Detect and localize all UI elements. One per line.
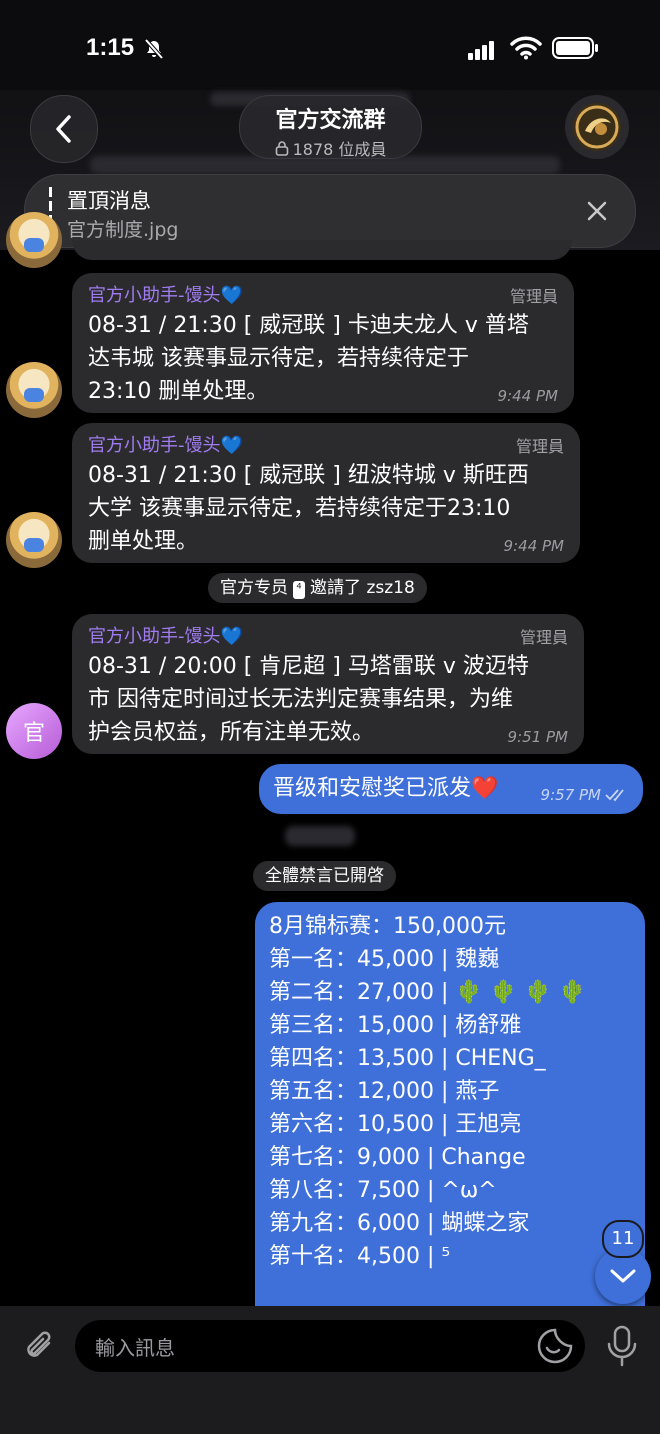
tournament-line: 第七名：9,000 | Change	[269, 1145, 526, 1170]
chevron-down-icon	[610, 1269, 636, 1283]
message-text: 08-31 / 21:30 [ 威冠联 ] 纽波特城 v 斯旺西 大学 该赛事显示…	[88, 463, 529, 554]
message-input[interactable]: 輸入訊息	[75, 1320, 585, 1372]
chat-messages[interactable]: 官方小助手-馒头💙 管理員 08-31 / 21:30 [ 威冠联 ] 卡迪夫龙…	[0, 212, 660, 1322]
badge-icon: ⁴	[293, 581, 305, 599]
avatar[interactable]	[6, 362, 62, 418]
message-bubble[interactable]: 官方小助手-馒头💙 管理員 08-31 / 20:00 [ 肯尼超 ] 马塔雷联…	[72, 614, 584, 754]
admin-role: 管理員	[515, 437, 564, 456]
message-time: 9:51 PM	[507, 728, 568, 746]
tournament-line: 第三名：15,000 | 杨舒雅	[269, 1013, 522, 1038]
heart-emoji: ❤️	[471, 776, 499, 801]
message-text: 08-31 / 20:00 [ 肯尼超 ] 马塔雷联 v 波迈特市 因待定时间过…	[88, 654, 529, 745]
group-name: 官方交流群	[275, 108, 386, 133]
status-bar: 1:15	[0, 0, 660, 90]
outgoing-message-bubble[interactable]: 8月锦标赛：150,000元 第一名：45,000 | 魏巍 第二名：27,00…	[255, 902, 645, 1322]
microphone-icon[interactable]	[605, 1324, 639, 1368]
admin-role: 管理員	[509, 287, 558, 306]
outgoing-message-bubble[interactable]: 晋级和安慰奖已派发❤️ 9:57 PM	[259, 764, 643, 814]
sender-name: 官方小助手-馒头💙	[88, 285, 243, 306]
service-message-invite: 官方专员 ⁴ 邀請了 zsz18	[208, 573, 427, 603]
tournament-line: 8月锦标赛：150,000元	[269, 914, 506, 939]
sender-name: 官方小助手-馒头💙	[88, 626, 243, 647]
message-time: 9:44 PM	[503, 537, 564, 555]
tournament-line: 第六名：10,500 | 王旭亮	[269, 1112, 522, 1137]
blurred-text	[285, 826, 355, 846]
tournament-line: 第八名：7,500 | ^ω^	[269, 1178, 497, 1203]
pinned-subtitle: 官方制度.jpg	[67, 219, 179, 241]
admin-role: 管理員	[519, 628, 568, 647]
message-bubble-partial	[72, 240, 572, 260]
avatar[interactable]	[6, 512, 62, 568]
heart-emoji: 💙	[220, 285, 243, 306]
close-icon[interactable]	[585, 199, 609, 223]
battery-icon	[552, 37, 598, 59]
pinned-title: 置頂消息	[67, 189, 151, 213]
lock-icon	[275, 141, 288, 156]
paperclip-icon[interactable]	[20, 1326, 60, 1366]
heart-emoji: 💙	[220, 626, 243, 647]
wifi-icon	[510, 36, 542, 60]
avatar[interactable]	[6, 212, 62, 268]
tournament-line: 第二名：27,000 | 🌵 🌵 🌵 🌵	[269, 980, 586, 1005]
avatar-initial: 官	[22, 721, 45, 746]
tournament-line: 第一名：45,000 | 魏巍	[269, 947, 500, 972]
service-message-mute: 全體禁言已開啓	[253, 861, 396, 891]
sticker-icon[interactable]	[535, 1326, 575, 1366]
message-text: 08-31 / 21:30 [ 威冠联 ] 卡迪夫龙人 v 普塔 达韦城 该赛事显…	[88, 313, 529, 404]
message-bubble[interactable]: 官方小助手-馒头💙 管理員 08-31 / 21:30 [ 威冠联 ] 纽波特城…	[72, 423, 580, 563]
back-button[interactable]	[30, 95, 98, 163]
pinned-message-bar[interactable]: 置頂消息 官方制度.jpg	[24, 174, 636, 248]
tournament-line: 第十名：4,500 | ⁵	[269, 1244, 451, 1269]
message-bubble[interactable]: 官方小助手-馒头💙 管理員 08-31 / 21:30 [ 威冠联 ] 卡迪夫龙…	[72, 273, 574, 413]
member-count: 1878 位成員	[292, 140, 387, 159]
avatar[interactable]: 官	[6, 703, 62, 759]
heart-emoji: 💙	[220, 435, 243, 456]
input-placeholder: 輸入訊息	[95, 1336, 175, 1360]
unread-count-badge: 11	[602, 1220, 644, 1258]
chevron-left-icon	[56, 115, 71, 143]
tournament-line: 第九名：6,000 | 蝴蝶之家	[269, 1211, 530, 1236]
group-avatar[interactable]	[565, 95, 629, 159]
group-logo-icon	[573, 103, 621, 151]
bell-off-icon	[144, 38, 164, 60]
message-time: 9:44 PM	[497, 387, 558, 405]
chat-title[interactable]: 官方交流群 1878 位成員	[239, 95, 422, 159]
message-time: 9:57 PM	[541, 786, 629, 804]
double-check-icon	[605, 789, 624, 802]
message-input-bar: 輸入訊息	[0, 1306, 660, 1434]
tournament-line: 第四名：13,500 | CHENG_	[269, 1046, 546, 1071]
cellular-signal-icon	[468, 41, 494, 60]
status-time: 1:15	[86, 34, 135, 61]
message-text: 晋级和安慰奖已派发❤️	[273, 776, 499, 801]
tournament-line: 第五名：12,000 | 燕子	[269, 1079, 500, 1104]
sender-name: 官方小助手-馒头💙	[88, 435, 243, 456]
